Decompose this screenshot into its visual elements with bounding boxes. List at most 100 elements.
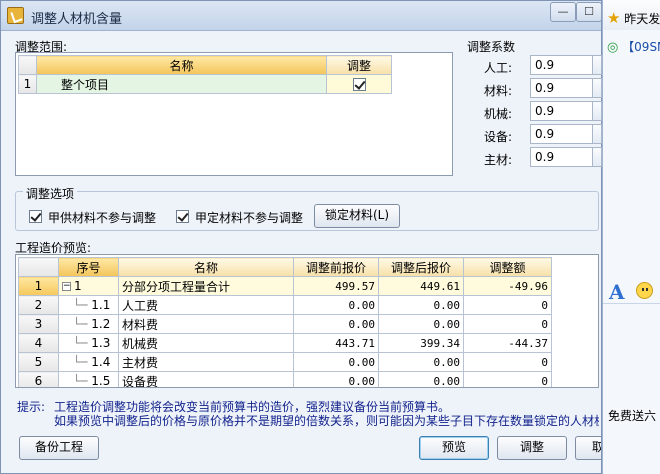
row-number: 2 (18, 295, 59, 315)
options-label: 调整选项 (23, 185, 78, 202)
side-panel: ★ 昨天发 ◎ 【09SM A 免费送六 (602, 0, 660, 474)
row-number: 4 (18, 333, 59, 353)
coef-labor-spin[interactable] (592, 55, 602, 75)
range-row-adjust[interactable] (326, 74, 392, 94)
before-cell: 443.71 (293, 333, 379, 353)
cancel-button[interactable]: 取消 (575, 436, 601, 460)
font-icon[interactable]: A (609, 280, 625, 304)
smiley-icon[interactable] (636, 282, 653, 299)
side-divider (603, 303, 660, 304)
side-item-1-label: 昨天发 (624, 12, 660, 26)
row-number: 1 (18, 276, 59, 296)
side-item-1[interactable]: ★ 昨天发 (607, 9, 660, 27)
before-cell: 0.00 (293, 352, 379, 372)
seq-text: 1 (74, 279, 82, 293)
range-adjust-checkbox[interactable] (352, 78, 366, 91)
preview-col-before[interactable]: 调整前报价 (293, 257, 379, 277)
coef-labor-label: 人工: (484, 61, 513, 75)
range-col-name[interactable]: 名称 (36, 55, 327, 75)
jiading-label[interactable]: 甲定材料不参与调整 (195, 209, 303, 226)
range-col-adjust[interactable]: 调整 (326, 55, 392, 75)
preview-col-seq[interactable]: 序号 (58, 257, 119, 277)
before-cell: 499.57 (293, 276, 379, 296)
seq-cell: └─ 1.4 (58, 352, 119, 372)
diff-cell: -49.96 (463, 276, 552, 296)
coef-material-spin[interactable] (592, 78, 602, 98)
preview-corner (18, 257, 59, 277)
range-row-number: 1 (18, 74, 37, 94)
jiagong-label[interactable]: 甲供材料不参与调整 (48, 209, 156, 226)
after-cell: 449.61 (378, 276, 464, 296)
range-corner (18, 55, 37, 75)
table-row[interactable]: 4 └─ 1.3 机械费 443.71 399.34 -44.37 (18, 333, 552, 353)
adjust-button[interactable]: 调整 (497, 436, 567, 460)
side-bottom-text[interactable]: 免费送六 (608, 407, 656, 424)
seq-text: 1.4 (91, 355, 111, 369)
range-row[interactable]: 1 整个项目 (18, 74, 392, 94)
range-table: 名称 调整 1 整个项目 (18, 55, 392, 94)
seq-cell: └─ 1.1 (58, 295, 119, 315)
collapse-icon[interactable]: − (62, 282, 71, 291)
table-row[interactable]: 5 └─ 1.4 主材费 0.00 0.00 0 (18, 352, 552, 372)
tree-line-icon: └─ (73, 298, 88, 312)
minimize-button[interactable]: — (550, 2, 576, 22)
app-icon (7, 7, 24, 24)
diff-cell: 0 (463, 314, 552, 334)
maximize-button[interactable]: ☐ (576, 2, 602, 22)
lock-material-button[interactable]: 锁定材料(L) (314, 204, 400, 228)
before-cell: 0.00 (293, 371, 379, 387)
diff-cell: 0 (463, 295, 552, 315)
coef-machine-spin[interactable] (592, 101, 602, 121)
seq-cell: └─ 1.5 (58, 371, 119, 388)
after-cell: 0.00 (378, 314, 464, 334)
name-cell: 机械费 (118, 333, 294, 353)
before-cell: 0.00 (293, 314, 379, 334)
after-cell: 399.34 (378, 333, 464, 353)
backup-button[interactable]: 备份工程 (19, 436, 99, 460)
title-bar[interactable]: 调整人材机含量 — ☐ (1, 1, 602, 31)
preview-col-diff[interactable]: 调整额 (463, 257, 552, 277)
preview-col-name[interactable]: 名称 (118, 257, 294, 277)
name-cell: 主材费 (118, 352, 294, 372)
after-cell: 0.00 (378, 295, 464, 315)
table-row[interactable]: 1 −1 分部分项工程量合计 499.57 449.61 -49.96 (18, 276, 552, 296)
coef-main-material-label: 主材: (484, 153, 513, 167)
side-item-2[interactable]: ◎ 【09SM (607, 38, 660, 55)
side-item-2-label: 【09SM (622, 40, 660, 54)
table-row[interactable]: 3 └─ 1.2 材料费 0.00 0.00 0 (18, 314, 552, 334)
preview-button[interactable]: 预览 (419, 436, 489, 460)
row-number: 3 (18, 314, 59, 334)
table-row[interactable]: 6 └─ 1.5 设备费 0.00 0.00 0 (18, 371, 552, 388)
jiagong-checkbox[interactable] (29, 210, 42, 223)
after-cell: 0.00 (378, 352, 464, 372)
after-cell: 0.00 (378, 371, 464, 387)
tree-line-icon: └─ (73, 355, 88, 369)
diff-cell: -44.37 (463, 333, 552, 353)
seq-text: 1.2 (91, 317, 111, 331)
preview-col-after[interactable]: 调整后报价 (378, 257, 464, 277)
coef-label: 调整系数 (467, 40, 516, 54)
preview-panel[interactable]: 序号 名称 调整前报价 调整后报价 调整额 1 −1 分部分项工程量合计 499… (15, 254, 599, 388)
hint-prefix: 提示: (17, 400, 46, 414)
range-row-name[interactable]: 整个项目 (36, 74, 327, 94)
coef-equipment-label: 设备: (484, 130, 513, 144)
row-number: 6 (18, 371, 59, 387)
star-icon: ★ (607, 9, 621, 27)
seq-cell: └─ 1.3 (58, 333, 119, 353)
coef-main-material-spin[interactable] (592, 147, 602, 167)
coef-equipment-spin[interactable] (592, 124, 602, 144)
tree-line-icon: └─ (73, 317, 88, 331)
cancel-label: 取消 (592, 437, 601, 459)
seq-text: 1.5 (91, 374, 111, 388)
tree-line-icon: └─ (73, 374, 88, 388)
jiading-checkbox[interactable] (176, 210, 189, 223)
hint-line-2: 如果预览中调整后的价格与原价格并不是期望的倍数关系，则可能因为某些子目下存在数量… (54, 414, 599, 428)
name-cell: 材料费 (118, 314, 294, 334)
seq-text: 1.3 (91, 336, 111, 350)
seq-cell: −1 (58, 276, 119, 296)
before-cell: 0.00 (293, 295, 379, 315)
tree-line-icon: └─ (73, 336, 88, 350)
name-cell: 设备费 (118, 371, 294, 387)
table-row[interactable]: 2 └─ 1.1 人工费 0.00 0.00 0 (18, 295, 552, 315)
diff-cell: 0 (463, 352, 552, 372)
